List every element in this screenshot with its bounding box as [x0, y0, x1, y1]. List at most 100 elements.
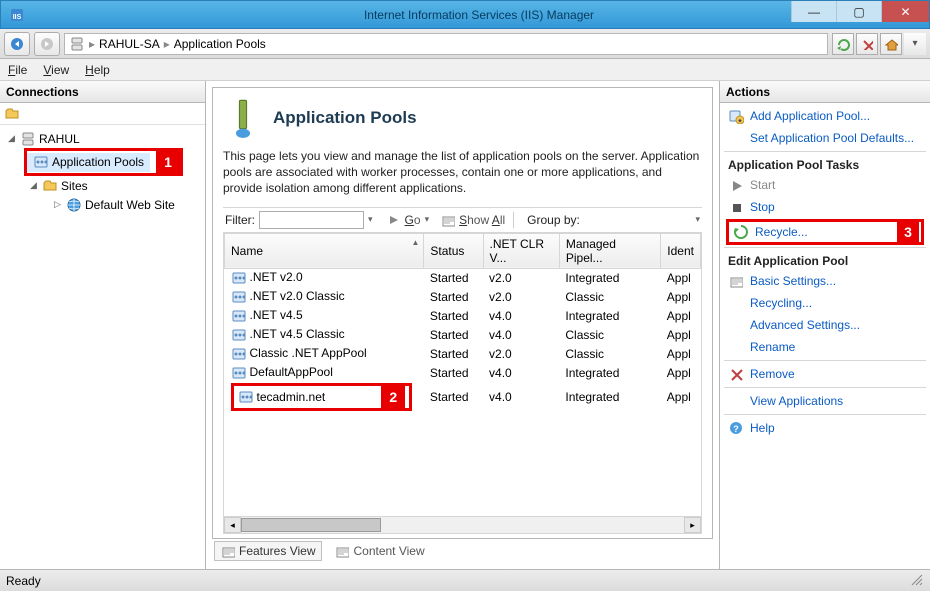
row-status: Started: [424, 268, 483, 287]
filter-dropdown-icon[interactable]: ▾: [368, 214, 373, 225]
apppool-icon: [231, 289, 247, 305]
refresh-all-icon[interactable]: [832, 33, 854, 55]
scroll-left-icon[interactable]: ◂: [224, 517, 241, 533]
table-row[interactable]: Classic .NET AppPoolStartedv2.0ClassicAp…: [225, 344, 701, 363]
scroll-right-icon[interactable]: ▸: [684, 517, 701, 533]
back-button[interactable]: [4, 32, 30, 56]
chevron-right-icon: ▸: [89, 37, 95, 51]
expand-icon[interactable]: ▷: [52, 199, 63, 210]
groupby-label: Group by:: [527, 213, 580, 227]
tree-sites[interactable]: ◢ Sites: [24, 176, 203, 195]
row-status: Started: [424, 287, 483, 306]
tasks-heading: Application Pool Tasks: [724, 154, 926, 174]
action-advanced-settings[interactable]: Advanced Settings...: [724, 314, 926, 336]
apppool-icon: [33, 154, 49, 170]
folder-icon: [42, 178, 58, 194]
page-title: Application Pools: [273, 108, 417, 128]
home-icon[interactable]: [880, 33, 902, 55]
forward-button[interactable]: [34, 32, 60, 56]
status-grip-icon: [908, 571, 924, 590]
connections-pane: Connections ◢ RAHUL Application Pools 1: [0, 81, 206, 569]
showall-icon[interactable]: [441, 213, 455, 227]
tree-server-node[interactable]: ◢ RAHUL: [2, 129, 203, 148]
showall-link[interactable]: Show All: [459, 213, 505, 227]
annotation-box-2: tecadmin.net2: [231, 383, 413, 411]
action-remove[interactable]: Remove: [724, 363, 926, 385]
col-pipeline[interactable]: Managed Pipel...: [559, 233, 660, 268]
table-row[interactable]: .NET v2.0Startedv2.0IntegratedAppl: [225, 268, 701, 287]
navigation-bar: ▸ RAHUL-SA ▸ Application Pools ▾: [0, 29, 930, 59]
action-rename[interactable]: Rename: [724, 336, 926, 358]
stop-nav-icon[interactable]: [856, 33, 878, 55]
go-icon[interactable]: [387, 213, 401, 227]
row-identity: Appl: [661, 344, 701, 363]
row-status: Started: [424, 344, 483, 363]
filter-input[interactable]: [259, 211, 364, 229]
row-pipeline: Classic: [559, 325, 660, 344]
table-row[interactable]: DefaultAppPoolStartedv4.0IntegratedAppl: [225, 363, 701, 382]
action-add-apppool[interactable]: Add Application Pool...: [724, 105, 926, 127]
edit-icon: [728, 273, 744, 289]
col-name[interactable]: Name▲: [225, 233, 424, 268]
action-recycle[interactable]: Recycle...: [731, 223, 810, 241]
action-recycling[interactable]: Recycling...: [724, 292, 926, 314]
page-description: This page lets you view and manage the l…: [223, 148, 702, 197]
connections-header: Connections: [0, 81, 205, 103]
features-view-tab[interactable]: Features View: [214, 541, 322, 561]
apppool-icon: [238, 389, 254, 405]
col-status[interactable]: Status: [424, 233, 483, 268]
status-bar: Ready: [0, 569, 930, 591]
table-row[interactable]: .NET v2.0 ClassicStartedv2.0ClassicAppl: [225, 287, 701, 306]
apppool-icon: [231, 346, 247, 362]
breadcrumb[interactable]: ▸ RAHUL-SA ▸ Application Pools: [64, 33, 828, 55]
view-tabs: Features View Content View: [212, 539, 713, 563]
remove-icon: [728, 366, 744, 382]
nav-dropdown-icon[interactable]: ▾: [904, 33, 926, 55]
row-identity: Appl: [661, 382, 701, 412]
breadcrumb-server[interactable]: RAHUL-SA: [99, 37, 160, 51]
menu-view[interactable]: View: [43, 63, 69, 77]
horizontal-scrollbar[interactable]: ◂ ▸: [224, 516, 701, 533]
close-button[interactable]: ✕: [881, 1, 929, 22]
content-view-tab[interactable]: Content View: [328, 541, 431, 561]
menu-file[interactable]: File: [8, 63, 27, 77]
apppool-icon: [231, 308, 247, 324]
apppool-grid: Name▲ Status .NET CLR V... Managed Pipel…: [223, 233, 702, 534]
go-link[interactable]: Go: [405, 213, 421, 227]
filter-label: Filter:: [225, 213, 255, 227]
annotation-box-1: Application Pools 1: [24, 148, 183, 176]
maximize-button[interactable]: ▢: [836, 1, 881, 22]
row-pipeline: Classic: [559, 344, 660, 363]
go-dropdown-icon[interactable]: ▾: [425, 214, 430, 225]
table-row[interactable]: .NET v4.5Startedv4.0IntegratedAppl: [225, 306, 701, 325]
col-identity[interactable]: Ident: [661, 233, 701, 268]
title-bar: Internet Information Services (IIS) Mana…: [0, 0, 930, 29]
action-stop[interactable]: Stop: [724, 196, 926, 218]
row-identity: Appl: [661, 325, 701, 344]
apppool-icon: [231, 270, 247, 286]
connect-icon[interactable]: [4, 106, 20, 122]
menu-help[interactable]: Help: [85, 63, 110, 77]
action-start[interactable]: Start: [724, 174, 926, 196]
breadcrumb-node[interactable]: Application Pools: [174, 37, 266, 51]
action-view-applications[interactable]: View Applications: [724, 390, 926, 412]
main-pane: Application Pools This page lets you vie…: [206, 81, 720, 569]
table-row[interactable]: tecadmin.net2Startedv4.0IntegratedAppl: [225, 382, 701, 412]
action-help[interactable]: Help: [724, 417, 926, 439]
collapse-icon[interactable]: ◢: [6, 133, 17, 144]
filter-overflow-icon[interactable]: ▾: [695, 214, 700, 225]
collapse-icon[interactable]: ◢: [28, 180, 39, 191]
actions-pane: Actions Add Application Pool... Set Appl…: [720, 81, 930, 569]
tree-default-site[interactable]: ▷ Default Web Site: [24, 195, 203, 214]
minimize-button[interactable]: —: [791, 1, 836, 22]
tree-server-label: RAHUL: [39, 132, 80, 146]
table-row[interactable]: .NET v4.5 ClassicStartedv4.0ClassicAppl: [225, 325, 701, 344]
action-basic-settings[interactable]: Basic Settings...: [724, 270, 926, 292]
tree-app-pools[interactable]: Application Pools: [27, 153, 150, 172]
col-clr[interactable]: .NET CLR V...: [483, 233, 559, 268]
connections-tree: ◢ RAHUL Application Pools 1 ◢ Sites: [0, 125, 205, 218]
action-set-defaults[interactable]: Set Application Pool Defaults...: [724, 127, 926, 149]
row-pipeline: Integrated: [559, 306, 660, 325]
scroll-thumb[interactable]: [241, 518, 381, 532]
row-name: .NET v4.5 Classic: [250, 327, 345, 341]
